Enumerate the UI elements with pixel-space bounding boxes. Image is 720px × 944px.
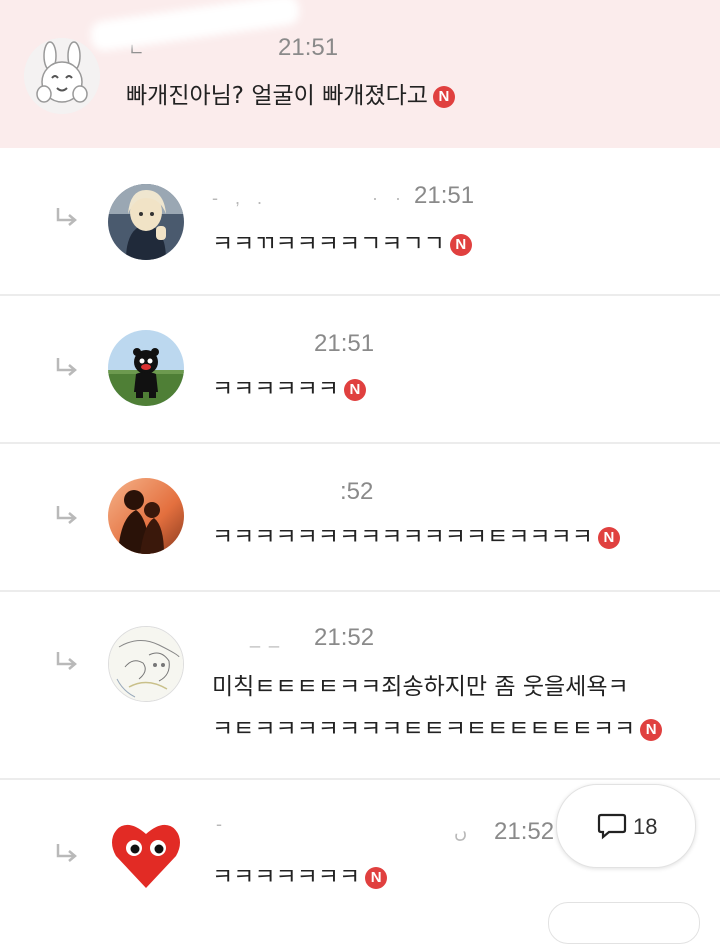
reply-arrow-icon bbox=[54, 504, 80, 528]
comment-text: ㅋㅋㅋㅋㅋㅋㅋㅋㅋㅋㅋㅋㅋㅌㅋㅋㅋㅋ N bbox=[212, 518, 620, 556]
comment-item: - , . · · 21:51 ㅋㅋㄲㅋㅋㅋㅋㄱㅋㄱㄱ N bbox=[0, 150, 720, 296]
avatar[interactable] bbox=[24, 38, 100, 114]
comment-time: 21:51 bbox=[414, 182, 475, 209]
comment-body: ㅋㅋㅋㅋㅋㅋㅋㅋㅋㅋㅋㅋㅋㅌㅋㅋㅋㅋ bbox=[212, 524, 593, 550]
author-name[interactable]: - , . bbox=[212, 188, 268, 209]
comment-text: ㅋㅋㅋㅋㅋㅋ N bbox=[212, 370, 366, 408]
comment-body: ㅋㅋㅋㅋㅋㅋ bbox=[212, 376, 339, 402]
comment-time: 21:51 bbox=[278, 34, 339, 61]
avatar[interactable] bbox=[108, 478, 184, 554]
avatar[interactable] bbox=[108, 330, 184, 406]
comment-time: 21:52 bbox=[494, 818, 555, 845]
rabbit-character-avatar bbox=[24, 38, 100, 114]
comment-text: ㅋㅋㅋㅋㅋㅋㅋ N bbox=[212, 858, 388, 896]
author-name-fragment: ں bbox=[454, 822, 468, 842]
new-badge: N bbox=[432, 86, 455, 108]
new-badge: N bbox=[365, 867, 388, 889]
avatar[interactable] bbox=[108, 184, 184, 260]
new-badge: N bbox=[597, 527, 620, 549]
sunset-silhouette-avatar bbox=[108, 478, 184, 554]
new-badge: N bbox=[640, 719, 663, 741]
author-name[interactable]: _ _ bbox=[250, 628, 281, 649]
comment-item: _ _ 21:52 미칙ㅌㅌㅌㅌㅋㅋ죄송하지만 좀 웃을세욕ㅋ ㅋㅌㅋㅋㅋㅋㅋㅋ… bbox=[0, 592, 720, 780]
comment-text: 빠개진아님? 얼굴이 빠개졌다고 N bbox=[126, 77, 455, 115]
sketch-drawing-avatar bbox=[109, 627, 183, 701]
redacted-name bbox=[88, 0, 302, 53]
author-name[interactable]: - bbox=[216, 814, 228, 835]
comment-body: ㅋㅋㅋㅋㅋㅋㅋ bbox=[212, 864, 361, 890]
new-badge: N bbox=[343, 379, 366, 401]
red-heart-eyes-avatar bbox=[108, 816, 184, 892]
new-badge: N bbox=[449, 234, 472, 256]
reply-arrow-icon bbox=[54, 356, 80, 380]
comment-text-line: 미칙ㅌㅌㅌㅌㅋㅋ죄송하지만 좀 웃을세욕ㅋ bbox=[212, 668, 629, 706]
blonde-person-avatar bbox=[108, 184, 184, 260]
comment-text-line: ㅋㅌㅋㅋㅋㅋㅋㅋㅋㅌㅌㅋㅌㅌㅌㅌㅌㅌㅋㅋ N bbox=[212, 710, 663, 748]
comment-item: :52 ㅋㅋㅋㅋㅋㅋㅋㅋㅋㅋㅋㅋㅋㅌㅋㅋㅋㅋ N bbox=[0, 444, 720, 592]
comment-body: 미칙ㅌㅌㅌㅌㅋㅋ죄송하지만 좀 웃을세욕ㅋ bbox=[212, 674, 629, 700]
reply-arrow-icon bbox=[54, 206, 80, 230]
comment-item: 21:51 ㅋㅋㅋㅋㅋㅋ N bbox=[0, 296, 720, 444]
reply-arrow-icon bbox=[54, 842, 80, 866]
comment-body: 빠개진아님? 얼굴이 빠개졌다고 bbox=[126, 83, 428, 109]
comment-time: 21:52 bbox=[314, 624, 375, 651]
avatar[interactable] bbox=[108, 626, 184, 702]
comment-time: 21:51 bbox=[314, 330, 375, 357]
comment-body: ㅋㅌㅋㅋㅋㅋㅋㅋㅋㅌㅌㅋㅌㅌㅌㅌㅌㅌㅋㅋ bbox=[212, 716, 636, 742]
floating-button-partial[interactable] bbox=[548, 902, 700, 944]
comment-count: 18 bbox=[633, 814, 658, 839]
black-bear-mascot-avatar bbox=[108, 330, 184, 406]
avatar[interactable] bbox=[108, 816, 184, 892]
comment-text: ㅋㅋㄲㅋㅋㅋㅋㄱㅋㄱㄱ N bbox=[212, 225, 472, 263]
comment-bubble-icon bbox=[597, 813, 627, 840]
comment-body: ㅋㅋㄲㅋㅋㅋㅋㄱㅋㄱㄱ bbox=[212, 231, 445, 257]
comment-count-button[interactable]: 18 bbox=[556, 784, 696, 868]
comment-item: ㄴ 21:51 빠개진아님? 얼굴이 빠개졌다고 N bbox=[0, 0, 720, 148]
author-name-fragment: · · bbox=[372, 188, 407, 208]
comment-time: :52 bbox=[340, 478, 374, 505]
reply-arrow-icon bbox=[54, 650, 80, 674]
